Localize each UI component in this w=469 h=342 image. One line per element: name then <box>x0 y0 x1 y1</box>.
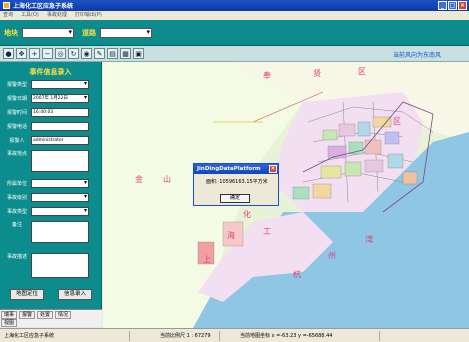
dialog-ok-button[interactable]: 确定 <box>220 194 250 203</box>
map-label-qu: 区 <box>358 67 366 76</box>
selection-bar: 地块 道路 <box>0 20 469 46</box>
tab-strip: 瑞事 报警 处置 情况 视图 <box>0 309 102 327</box>
map-label-jin: 金 <box>135 174 143 184</box>
window-title: 上海化工区应急子系统 <box>13 3 74 10</box>
menu-print[interactable]: 打印输出(P) <box>75 11 102 20</box>
layer-icon[interactable]: ▤ <box>107 48 118 59</box>
wind-direction: 当前风向为东南风 <box>392 52 441 59</box>
menu-incident[interactable]: 事故处理 <box>47 11 67 20</box>
window-titlebar: 上海化工区应急子系统 _ □ × <box>0 0 469 11</box>
tab-status[interactable]: 情况 <box>55 311 72 319</box>
unit-select[interactable] <box>31 179 89 188</box>
measure-icon[interactable]: ✎ <box>94 48 105 59</box>
field-unit: 所属单位 <box>3 179 98 188</box>
maximize-button[interactable]: □ <box>448 1 457 10</box>
map-label-zhou: 州 <box>328 251 336 260</box>
field-reporter: 报警人 administrator <box>3 136 98 145</box>
close-button[interactable]: × <box>458 1 467 10</box>
map-label-xian: 贤 <box>313 69 321 78</box>
alarm-type-select[interactable] <box>31 80 89 89</box>
road-select[interactable] <box>100 27 152 38</box>
map-label-gong: 工 <box>263 227 271 236</box>
area-dialog: JinDingDataPlatform × 面积: 10596163.15平方米… <box>193 163 279 206</box>
submit-info-button[interactable]: 信息录入 <box>58 289 92 300</box>
status-bar: 上海化工区应急子系统 当前比例尺 1 : 67279 当前地图坐标 x =-63… <box>0 328 469 342</box>
alarm-date-picker[interactable]: 2007年 1月22日 <box>31 94 89 103</box>
field-alarm-time: 报警时间 16:40:03 <box>3 108 98 117</box>
pan-icon[interactable]: ✥ <box>16 48 27 59</box>
zoom-in-icon[interactable]: + <box>29 48 40 59</box>
map-label-wan: 湾 <box>365 234 373 244</box>
minimize-button[interactable]: _ <box>438 1 447 10</box>
dialog-title: JinDingDataPlatform × <box>194 164 278 174</box>
map-toolbar: ● ✥ + − ◎ ↻ ◉ ✎ ▤ ▦ ▣ 当前风向为东南风 <box>0 46 469 62</box>
location-textarea[interactable] <box>31 150 89 172</box>
map-label-qu-2: 区 <box>393 117 401 126</box>
info-icon[interactable]: ● <box>3 48 14 59</box>
refresh-icon[interactable]: ↻ <box>68 48 79 59</box>
map-canvas[interactable]: 奉 贤 区 区 金 山 化 工 杭 湾 上 海 州 <box>103 62 469 328</box>
reporter-input[interactable]: administrator <box>31 136 89 145</box>
alarm-phone-input[interactable] <box>31 122 89 131</box>
field-location: 事故地点 <box>3 150 98 172</box>
map-label-shan: 山 <box>163 174 171 184</box>
status-coords: 当前地图坐标 x =-63.23 y =-65688.44 <box>220 330 380 341</box>
app-icon <box>3 2 10 9</box>
print-icon[interactable]: ▣ <box>133 48 144 59</box>
field-type: 事故类型 <box>3 207 98 216</box>
type-select[interactable] <box>31 207 89 216</box>
road-label: 道路 <box>82 28 96 37</box>
zoom-rect-icon[interactable]: ◎ <box>55 48 66 59</box>
tab-disposal[interactable]: 处置 <box>37 311 54 319</box>
menubar: 查询 工具(O) 事故处理 打印输出(P) <box>0 11 469 20</box>
remarks-textarea[interactable] <box>31 221 89 243</box>
map-drawing: 奉 贤 区 区 金 山 化 工 杭 湾 上 海 州 <box>103 62 469 328</box>
event-entry-panel: 事件信息录入 报警类型 报警日期 2007年 1月22日 报警时间 16:40:… <box>0 62 102 318</box>
dialog-message: 面积: 10596163.15平方米 <box>206 179 268 185</box>
tab-event[interactable]: 瑞事 <box>1 311 18 319</box>
table-icon[interactable]: ▦ <box>120 48 131 59</box>
zoom-out-icon[interactable]: − <box>42 48 53 59</box>
field-level: 事故级别 <box>3 193 98 202</box>
map-label-feng: 奉 <box>263 70 271 80</box>
status-system: 上海化工区应急子系统 <box>0 330 130 341</box>
region-select[interactable] <box>22 27 74 38</box>
map-label-hua: 化 <box>243 209 251 219</box>
dialog-close-button[interactable]: × <box>269 165 277 173</box>
menu-query[interactable]: 查询 <box>3 11 13 20</box>
menu-tools[interactable]: 工具(O) <box>21 11 39 20</box>
level-select[interactable] <box>31 193 89 202</box>
map-label-hang: 杭 <box>293 269 301 279</box>
tab-view[interactable]: 视图 <box>1 319 18 327</box>
field-description: 事故描述 <box>3 253 98 278</box>
map-label-shang: 上 <box>203 255 211 264</box>
alarm-time-spinner[interactable]: 16:40:03 <box>31 108 89 117</box>
field-alarm-type: 报警类型 <box>3 80 98 89</box>
field-remarks: 备注 <box>3 221 98 243</box>
full-extent-icon[interactable]: ◉ <box>81 48 92 59</box>
map-label-hai: 海 <box>227 230 235 240</box>
panel-title: 事件信息录入 <box>29 68 72 76</box>
description-textarea[interactable] <box>31 253 89 278</box>
map-locate-button[interactable]: 地图定位 <box>10 289 44 300</box>
tab-alarm[interactable]: 报警 <box>19 311 36 319</box>
region-label: 地块 <box>4 28 18 37</box>
field-alarm-date: 报警日期 2007年 1月22日 <box>3 94 98 103</box>
status-scale: 当前比例尺 1 : 67279 <box>130 330 220 341</box>
field-alarm-phone: 报警电话 <box>3 122 98 131</box>
